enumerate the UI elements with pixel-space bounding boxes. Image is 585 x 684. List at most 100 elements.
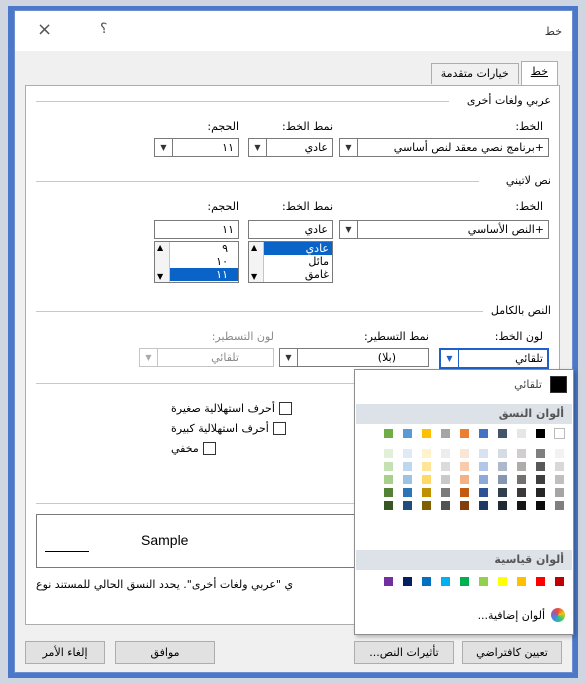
color-swatch[interactable] [459, 474, 470, 485]
color-swatch[interactable] [421, 461, 432, 472]
list-item[interactable]: مائل [263, 255, 332, 268]
ok-button[interactable]: موافق [115, 641, 215, 664]
color-swatch[interactable] [497, 448, 508, 459]
color-swatch[interactable] [516, 500, 527, 511]
color-swatch[interactable] [440, 428, 451, 439]
color-swatch[interactable] [459, 461, 470, 472]
color-swatch[interactable] [535, 448, 546, 459]
color-swatch[interactable] [554, 576, 565, 587]
color-swatch[interactable] [421, 474, 432, 485]
color-swatch[interactable] [497, 500, 508, 511]
tab-font[interactable]: خط [520, 61, 558, 85]
font-color-combo[interactable]: تلقائي ▼ [439, 348, 549, 369]
color-swatch[interactable] [402, 500, 413, 511]
color-swatch[interactable] [497, 487, 508, 498]
text-effects-button[interactable]: تأثيرات النص... [354, 641, 454, 664]
color-swatch[interactable] [459, 576, 470, 587]
hidden-checkbox[interactable]: مخفي [171, 442, 216, 455]
color-swatch[interactable] [421, 576, 432, 587]
color-swatch[interactable] [459, 500, 470, 511]
color-swatch[interactable] [497, 474, 508, 485]
chevron-down-icon[interactable]: ▼ [157, 272, 163, 281]
color-swatch[interactable] [459, 487, 470, 498]
arabic-font-combo[interactable]: +برنامج نصي معقد لنص أساسي ▼ [339, 138, 549, 157]
arabic-size-combo[interactable]: ١١ ▼ [154, 138, 239, 157]
color-swatch[interactable] [554, 461, 565, 472]
latin-style-list[interactable]: عادي مائل غامق ▲ ▼ [248, 241, 333, 283]
chevron-up-icon[interactable]: ▲ [251, 243, 257, 252]
color-swatch[interactable] [535, 474, 546, 485]
color-swatch[interactable] [535, 461, 546, 472]
color-swatch[interactable] [535, 487, 546, 498]
color-swatch[interactable] [535, 576, 546, 587]
color-swatch[interactable] [459, 428, 470, 439]
color-swatch[interactable] [497, 576, 508, 587]
more-colors-option[interactable]: ألوان إضافية... [478, 608, 565, 622]
color-swatch[interactable] [421, 487, 432, 498]
color-swatch[interactable] [402, 474, 413, 485]
color-swatch[interactable] [478, 487, 489, 498]
color-swatch[interactable] [383, 428, 394, 439]
set-default-button[interactable]: تعيين كافتراضي [462, 641, 562, 664]
latin-size-input[interactable]: ١١ [154, 220, 239, 239]
list-item[interactable]: ١٠ [169, 255, 238, 268]
color-swatch[interactable] [478, 428, 489, 439]
color-swatch[interactable] [516, 461, 527, 472]
close-icon[interactable]: × [37, 19, 52, 40]
color-swatch[interactable] [497, 461, 508, 472]
chevron-down-icon[interactable]: ▼ [251, 272, 257, 281]
tab-advanced[interactable]: خيارات متقدمة [430, 63, 519, 84]
chevron-up-icon[interactable]: ▲ [157, 243, 163, 252]
list-item[interactable]: ١١ [169, 268, 238, 281]
color-swatch[interactable] [554, 428, 565, 439]
color-swatch[interactable] [440, 500, 451, 511]
latin-font-combo[interactable]: +النص الأساسي ▼ [339, 220, 549, 239]
color-swatch[interactable] [440, 448, 451, 459]
color-swatch[interactable] [383, 500, 394, 511]
color-swatch[interactable] [478, 448, 489, 459]
checkbox-box[interactable] [272, 422, 286, 435]
all-caps-checkbox[interactable]: أحرف استهلالية كبيرة [171, 422, 286, 435]
color-swatch[interactable] [440, 576, 451, 587]
color-swatch[interactable] [440, 487, 451, 498]
color-swatch[interactable] [535, 428, 546, 439]
list-item[interactable]: عادي [263, 242, 332, 255]
color-swatch[interactable] [516, 487, 527, 498]
color-swatch[interactable] [554, 487, 565, 498]
checkbox-box[interactable] [278, 402, 292, 415]
scrollbar[interactable]: ▲ ▼ [249, 242, 264, 282]
color-swatch[interactable] [421, 500, 432, 511]
list-item[interactable]: غامق [263, 268, 332, 281]
small-caps-checkbox[interactable]: أحرف استهلالية صغيرة [171, 402, 292, 415]
color-swatch[interactable] [554, 500, 565, 511]
color-swatch[interactable] [516, 428, 527, 439]
color-swatch[interactable] [383, 448, 394, 459]
color-swatch[interactable] [554, 448, 565, 459]
color-swatch[interactable] [421, 448, 432, 459]
checkbox-box[interactable] [202, 442, 216, 455]
color-swatch[interactable] [554, 474, 565, 485]
color-swatch[interactable] [459, 448, 470, 459]
color-swatch[interactable] [478, 576, 489, 587]
automatic-swatch[interactable] [550, 376, 567, 393]
color-swatch[interactable] [440, 474, 451, 485]
color-swatch[interactable] [478, 474, 489, 485]
color-swatch[interactable] [535, 500, 546, 511]
cancel-button[interactable]: إلغاء الأمر [25, 641, 105, 664]
color-swatch[interactable] [383, 576, 394, 587]
color-swatch[interactable] [478, 461, 489, 472]
latin-style-input[interactable]: عادي [248, 220, 333, 239]
color-swatch[interactable] [402, 448, 413, 459]
arabic-style-combo[interactable]: عادي ▼ [248, 138, 333, 157]
color-swatch[interactable] [497, 428, 508, 439]
list-item[interactable]: ٩ [169, 242, 238, 255]
underline-style-combo[interactable]: (بلا) ▼ [279, 348, 429, 367]
color-swatch[interactable] [516, 448, 527, 459]
scrollbar[interactable]: ▲ ▼ [155, 242, 170, 282]
color-swatch[interactable] [383, 487, 394, 498]
latin-size-list[interactable]: ٩ ١٠ ١١ ▲ ▼ [154, 241, 239, 283]
color-swatch[interactable] [402, 576, 413, 587]
color-swatch[interactable] [516, 474, 527, 485]
help-icon[interactable]: ؟ [100, 21, 107, 37]
color-swatch[interactable] [402, 461, 413, 472]
